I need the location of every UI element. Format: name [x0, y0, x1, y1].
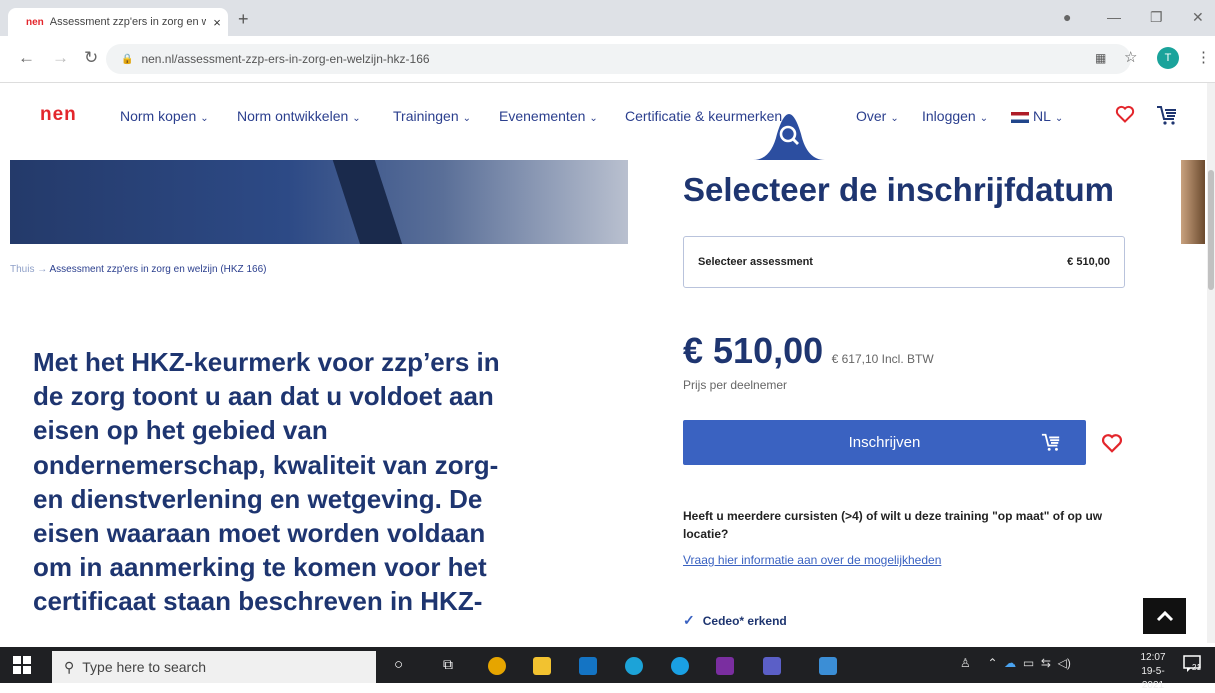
clock-date: 19-5-2021: [1141, 666, 1165, 691]
custom-training-question: Heeft u meerdere cursisten (>4) of wilt …: [683, 509, 1103, 541]
notification-center-icon[interactable]: 21: [1183, 655, 1201, 673]
cortana-icon[interactable]: ○: [394, 656, 403, 673]
dutch-flag-icon: [1011, 111, 1029, 123]
close-window-icon[interactable]: ✕: [1192, 9, 1204, 26]
cart-icon: [1040, 432, 1062, 456]
register-button-label: Inschrijven: [848, 434, 921, 451]
chevron-down-icon: ⌄: [979, 113, 989, 124]
notification-count: 21: [1192, 663, 1201, 672]
wishlist-heart-icon[interactable]: [1101, 432, 1123, 459]
search-icon: ⚲: [64, 658, 75, 675]
nav-evenementen[interactable]: Evenementen ⌄: [499, 108, 598, 124]
chevron-down-icon: ⌄: [462, 113, 472, 124]
task-view-icon[interactable]: ⧉: [443, 656, 453, 673]
url-text: nen.nl/assessment-zzp-ers-in-zorg-en-wel…: [141, 52, 430, 66]
windows-start-icon[interactable]: [13, 656, 31, 674]
qr-icon[interactable]: ▦: [1095, 51, 1106, 65]
skype-icon[interactable]: [671, 657, 689, 675]
taskbar-search-placeholder: Type here to search: [82, 659, 207, 675]
breadcrumb: Thuis → Assessment zzp'ers in zorg en we…: [10, 264, 266, 275]
nen-logo[interactable]: nen: [40, 104, 77, 126]
nen-favicon-icon: nen: [26, 16, 44, 28]
taskbar-clock[interactable]: 12:07 19-5-2021: [1133, 651, 1173, 693]
volume-icon[interactable]: ◁): [1058, 656, 1071, 670]
onedrive-icon[interactable]: ☁: [1004, 656, 1016, 670]
outlook-icon[interactable]: [579, 657, 597, 675]
onenote-icon[interactable]: [716, 657, 734, 675]
minimize-icon[interactable]: —: [1107, 9, 1121, 25]
star-icon[interactable]: ☆: [1124, 48, 1137, 66]
chevron-down-icon: ⌄: [352, 113, 361, 124]
search-button[interactable]: [753, 112, 825, 160]
url-field[interactable]: 🔒 nen.nl/assessment-zzp-ers-in-zorg-en-w…: [106, 44, 1131, 74]
battery-icon[interactable]: ▭: [1023, 656, 1034, 670]
chevron-down-icon: ⌄: [890, 113, 899, 124]
breadcrumb-current: Assessment zzp'ers in zorg en welzijn (H…: [49, 264, 267, 275]
profile-avatar[interactable]: T: [1157, 47, 1179, 69]
scrollbar-thumb[interactable]: [1208, 170, 1214, 290]
taskbar-search-input[interactable]: ⚲ Type here to search: [52, 651, 376, 683]
system-tray[interactable]: ♙ ⌃ ☁ ▭ ⇆ ◁): [960, 656, 1071, 670]
register-button[interactable]: Inschrijven: [683, 420, 1086, 465]
price-block: € 510,00 € 617,10 Incl. BTW: [683, 330, 934, 372]
breadcrumb-home[interactable]: Thuis: [10, 264, 34, 275]
network-icon[interactable]: ⇆: [1041, 656, 1051, 670]
page-scrollbar[interactable]: [1207, 83, 1215, 643]
new-tab-button[interactable]: +: [238, 9, 249, 30]
close-tab-icon[interactable]: ×: [206, 15, 228, 30]
nav-inloggen[interactable]: Inloggen ⌄: [922, 108, 988, 124]
cart-icon[interactable]: [1155, 104, 1179, 131]
assessment-select-label: Selecteer assessment: [698, 256, 813, 268]
chevron-up-icon[interactable]: ⌃: [987, 656, 997, 670]
hero-image: [10, 160, 628, 244]
browser-tab[interactable]: nen Assessment zzp'ers in zorg en w ×: [8, 8, 228, 36]
chrome-icon[interactable]: [488, 657, 506, 675]
check-icon: ✓: [683, 612, 695, 628]
nav-norm-kopen[interactable]: Norm kopen ⌄: [120, 108, 209, 124]
chevron-up-icon: [1156, 610, 1173, 622]
language-selector[interactable]: NL ⌄: [1011, 108, 1063, 124]
lock-icon: 🔒: [121, 53, 134, 65]
app-icon[interactable]: [819, 657, 837, 675]
back-icon[interactable]: ←: [18, 48, 35, 68]
reload-icon[interactable]: ↻: [84, 48, 98, 68]
chevron-down-icon: ⌄: [1054, 113, 1064, 124]
cedeo-badge: ✓ Cedeo* erkend: [683, 612, 787, 629]
forward-icon[interactable]: →: [52, 48, 69, 68]
scroll-to-top-button[interactable]: [1143, 598, 1186, 634]
breadcrumb-separator: →: [37, 264, 48, 275]
extension-icon[interactable]: ●: [1063, 9, 1071, 25]
nav-over[interactable]: Over ⌄: [856, 108, 899, 124]
people-icon[interactable]: ♙: [960, 656, 971, 670]
info-request-link[interactable]: Vraag hier informatie aan over de mogeli…: [683, 553, 941, 567]
menu-icon[interactable]: ⋮: [1196, 48, 1211, 66]
chevron-down-icon: ⌄: [200, 113, 209, 124]
favorites-heart-icon[interactable]: [1115, 104, 1135, 129]
teams-icon[interactable]: [763, 657, 781, 675]
assessment-select[interactable]: Selecteer assessment € 510,00: [683, 236, 1125, 288]
chevron-down-icon: ⌄: [589, 113, 598, 124]
edge-icon[interactable]: [625, 657, 643, 675]
maximize-icon[interactable]: ❐: [1150, 9, 1163, 26]
side-image: [1181, 160, 1205, 244]
intro-heading: Met het HKZ-keurmerk voor zzp’ers in de …: [33, 347, 500, 617]
file-explorer-icon[interactable]: [533, 657, 551, 675]
assessment-select-price: € 510,00: [1067, 256, 1110, 268]
price-main: € 510,00: [683, 330, 824, 371]
nav-norm-ontwikkelen[interactable]: Norm ontwikkelen ⌄: [237, 108, 361, 124]
price-incl-btw: € 617,10 Incl. BTW: [831, 352, 934, 366]
page-title: Selecteer de inschrijfdatum: [683, 171, 1114, 208]
clock-time: 12:07: [1140, 652, 1166, 663]
nav-trainingen[interactable]: Trainingen ⌄: [393, 108, 471, 124]
price-note: Prijs per deelnemer: [683, 378, 788, 392]
tab-title: Assessment zzp'ers in zorg en w: [49, 16, 206, 28]
cedeo-label: Cedeo* erkend: [702, 614, 787, 628]
